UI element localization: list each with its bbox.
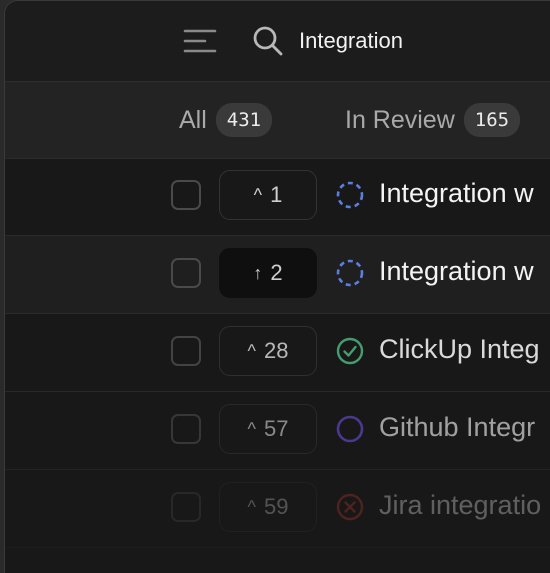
list-item[interactable]: ^ 28 ClickUp Integ xyxy=(5,314,550,392)
upvote-button[interactable]: ^ 28 xyxy=(219,326,317,376)
issue-list: ^ 1 Integration w ↑ 2 Integration w ^ 28… xyxy=(5,158,550,548)
in-progress-icon xyxy=(336,259,364,287)
vote-count: 1 xyxy=(270,182,283,207)
tab-label: In Review xyxy=(345,105,455,134)
tab-all[interactable]: All 431 xyxy=(179,82,273,158)
item-title[interactable]: Github Integr xyxy=(379,412,535,443)
chevron-up-icon: ^ xyxy=(253,185,263,205)
vote-count: 59 xyxy=(263,494,289,519)
item-title[interactable]: Integration w xyxy=(379,178,534,209)
list-item[interactable]: ↑ 2 Integration w xyxy=(5,236,550,314)
upvote-button[interactable]: ↑ 2 xyxy=(219,248,317,298)
tab-count-badge: 165 xyxy=(463,103,521,137)
search-input[interactable] xyxy=(299,23,550,59)
top-bar xyxy=(5,1,550,81)
search-icon xyxy=(253,26,283,56)
item-title[interactable]: ClickUp Integ xyxy=(379,334,540,365)
upvote-button[interactable]: ^ 57 xyxy=(219,404,317,454)
upvote-button[interactable]: ^ 59 xyxy=(219,482,317,532)
app-window: All 431 In Review 165 ^ 1 Integration w … xyxy=(4,0,550,573)
completed-icon xyxy=(336,337,364,365)
row-checkbox[interactable] xyxy=(171,258,201,288)
list-item[interactable]: ^ 1 Integration w xyxy=(5,158,550,236)
tab-count-badge: 431 xyxy=(215,103,273,137)
item-title[interactable]: Integration w xyxy=(379,256,534,287)
arrow-up-icon: ↑ xyxy=(253,263,263,283)
upvote-button[interactable]: ^ 1 xyxy=(219,170,317,220)
filter-tabs: All 431 In Review 165 xyxy=(5,81,550,159)
list-item[interactable]: ^ 57 Github Integr xyxy=(5,392,550,470)
menu-icon[interactable] xyxy=(183,27,217,55)
row-checkbox[interactable] xyxy=(171,336,201,366)
closed-icon xyxy=(336,493,364,521)
open-icon xyxy=(336,415,364,443)
chevron-up-icon: ^ xyxy=(247,341,256,361)
item-title[interactable]: Jira integratio xyxy=(379,490,541,521)
vote-count: 2 xyxy=(270,260,283,285)
tab-label: All xyxy=(179,105,207,134)
in-progress-icon xyxy=(336,181,364,209)
chevron-up-icon: ^ xyxy=(247,419,256,439)
chevron-up-icon: ^ xyxy=(247,497,256,517)
list-item[interactable]: ^ 59 Jira integratio xyxy=(5,470,550,548)
row-checkbox[interactable] xyxy=(171,180,201,210)
vote-count: 57 xyxy=(263,416,289,441)
tab-in-review[interactable]: In Review 165 xyxy=(345,82,521,158)
row-checkbox[interactable] xyxy=(171,414,201,444)
row-checkbox[interactable] xyxy=(171,492,201,522)
vote-count: 28 xyxy=(263,338,289,363)
